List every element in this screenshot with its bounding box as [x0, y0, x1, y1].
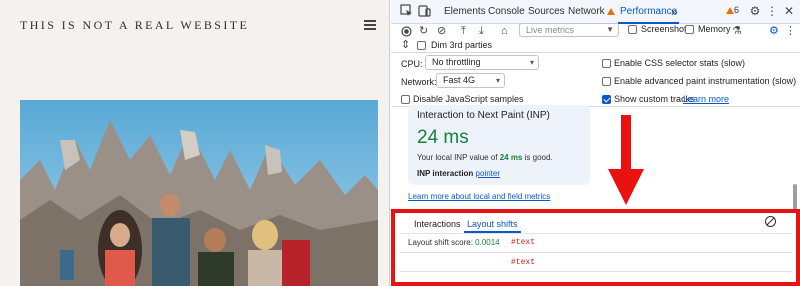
live-metrics-select[interactable]: Live metrics ▼	[519, 23, 619, 37]
live-metrics-label: Live metrics	[526, 25, 575, 35]
warning-count: 6	[734, 5, 740, 15]
clear-icon[interactable]: ⊘	[437, 24, 446, 38]
clear-list-icon[interactable]	[765, 216, 776, 227]
cpu-throttling-value: No throttling	[432, 57, 481, 67]
divider	[399, 233, 792, 234]
device-toolbar-icon[interactable]	[417, 4, 431, 18]
memory-checkbox[interactable]	[685, 25, 694, 34]
download-icon[interactable]: ⤓	[479, 24, 484, 38]
inp-interaction-label: INP interaction	[417, 169, 474, 178]
chevron-down-icon: ▼	[606, 25, 614, 34]
inp-desc-prefix: Your local INP value of	[417, 153, 500, 162]
custom-tracks-learn-more-link[interactable]: Learn more	[683, 94, 729, 104]
more-tabs-icon[interactable]: »	[671, 0, 678, 24]
inp-title: Interaction to Next Paint (INP)	[417, 110, 550, 121]
performance-toolbar: ↻ ⊘ ⤒ ⤓ ⌂ Live metrics ▼ Screenshots Mem…	[391, 23, 800, 38]
website-viewport: THIS IS NOT A REAL WEBSITE	[0, 0, 390, 286]
layout-shift-node-link[interactable]: #text	[511, 238, 535, 247]
devtools-panel: Elements Console Sources Network Perform…	[391, 0, 800, 286]
inp-desc-value: 24 ms	[499, 153, 523, 162]
tab-sources[interactable]: Sources	[528, 0, 565, 24]
cpu-label: CPU:	[401, 59, 423, 69]
red-arrow-annotation	[608, 115, 644, 205]
inp-desc-suffix: is good.	[522, 153, 553, 162]
divider	[399, 252, 792, 253]
settings-gear-icon[interactable]: ⚙	[748, 4, 762, 18]
hero-image	[20, 100, 378, 286]
css-selector-stats-checkbox[interactable]	[602, 59, 611, 68]
dim-3rd-parties-checkbox[interactable]	[417, 41, 426, 50]
site-title: THIS IS NOT A REAL WEBSITE	[20, 18, 250, 32]
screenshots-label: Screenshots	[641, 24, 692, 34]
inp-interaction-link[interactable]: pointer	[476, 169, 500, 178]
upload-icon[interactable]: ⤒	[461, 24, 466, 38]
disable-js-samples-label: Disable JavaScript samples	[413, 94, 524, 104]
home-icon[interactable]: ⌂	[501, 24, 508, 38]
warning-badge-icon	[726, 7, 734, 14]
advanced-paint-checkbox[interactable]	[602, 77, 611, 86]
layout-shift-node-link[interactable]: #text	[511, 258, 535, 267]
devtools-tab-bar: Elements Console Sources Network Perform…	[391, 0, 800, 24]
inp-interaction: INP interaction pointer	[417, 169, 500, 178]
record-icon[interactable]	[401, 24, 412, 38]
menu-icon[interactable]	[364, 20, 376, 30]
tab-elements[interactable]: Elements	[444, 0, 486, 24]
scrollbar-thumb[interactable]	[793, 184, 797, 210]
reload-record-icon[interactable]: ↻	[419, 24, 428, 38]
warnings-badge[interactable]: 6	[724, 5, 739, 15]
warning-icon	[606, 8, 615, 15]
chevron-down-icon: ▾	[495, 76, 500, 85]
inspect-element-icon[interactable]	[399, 4, 413, 18]
cpu-throttling-select[interactable]: No throttling ▾	[425, 55, 539, 70]
chevron-down-icon: ▾	[529, 58, 534, 67]
tab-network-label: Network	[568, 6, 605, 17]
screenshots-checkbox[interactable]	[628, 25, 637, 34]
tab-console[interactable]: Console	[488, 0, 525, 24]
memory-label: Memory	[698, 24, 731, 34]
tab-layout-shifts[interactable]: Layout shifts	[464, 219, 521, 233]
toolbar-kebab-icon[interactable]: ⋮	[785, 24, 796, 38]
layout-shift-score-label: Layout shift score:	[408, 238, 476, 247]
inp-description: Your local INP value of 24 ms is good.	[417, 153, 553, 162]
custom-tracks-checkbox[interactable]	[602, 95, 611, 104]
network-throttling-select[interactable]: Fast 4G ▾	[436, 73, 505, 88]
tab-interactions[interactable]: Interactions	[414, 219, 461, 233]
layout-shift-score: Layout shift score: 0.0014	[408, 238, 500, 247]
layout-shift-score-value: 0.0014	[475, 238, 500, 247]
css-selector-stats-label: Enable CSS selector stats (slow)	[614, 58, 746, 68]
disable-js-samples-checkbox[interactable]	[401, 95, 410, 104]
inp-card: Interaction to Next Paint (INP) 24 ms Yo…	[408, 105, 590, 185]
inp-value: 24 ms	[417, 127, 469, 148]
dim-3rd-parties-label: Dim 3rd parties	[431, 40, 493, 50]
garbage-collect-icon[interactable]: ⚗	[732, 24, 742, 38]
expand-settings-icon[interactable]: ⇕	[401, 38, 410, 52]
network-label: Network:	[401, 77, 437, 87]
divider	[391, 52, 800, 53]
kebab-menu-icon[interactable]: ⋮	[765, 4, 779, 18]
local-field-metrics-link[interactable]: Learn more about local and field metrics	[408, 192, 550, 201]
advanced-paint-label: Enable advanced paint instrumentation (s…	[614, 76, 797, 86]
tab-network[interactable]: Network	[568, 0, 615, 24]
divider	[399, 271, 792, 272]
network-throttling-value: Fast 4G	[443, 75, 476, 85]
capture-settings-gear-icon[interactable]: ⚙	[769, 24, 779, 38]
close-icon[interactable]: ✕	[782, 4, 796, 18]
